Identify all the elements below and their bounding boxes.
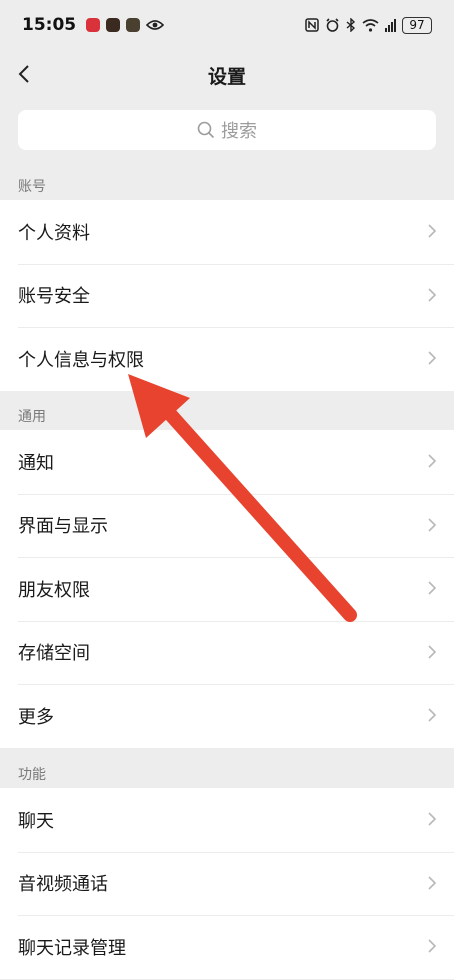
search-icon xyxy=(197,121,215,139)
chevron-right-icon xyxy=(428,708,437,722)
status-time: 15:05 xyxy=(22,15,77,35)
settings-item-chat[interactable]: 聊天 xyxy=(0,788,454,852)
app-notification-icon xyxy=(106,18,121,32)
app-notification-icon xyxy=(86,18,101,32)
status-bar: 15:05 97 xyxy=(0,0,454,50)
settings-item-av-calls[interactable]: 音视频通话 xyxy=(0,851,454,916)
chevron-right-icon xyxy=(428,351,437,365)
chevron-right-icon xyxy=(428,939,437,953)
settings-item-label: 个人信息与权限 xyxy=(18,349,144,371)
battery-indicator: 97 xyxy=(402,16,432,34)
settings-item-privacy-permissions[interactable]: 个人信息与权限 xyxy=(0,327,454,391)
settings-group-account: 个人资料 账号安全 个人信息与权限 xyxy=(0,200,454,391)
settings-item-label: 账号安全 xyxy=(18,286,90,308)
settings-item-label: 通知 xyxy=(18,452,54,474)
settings-item-label: 更多 xyxy=(18,706,54,728)
settings-item-profile[interactable]: 个人资料 xyxy=(0,200,454,264)
settings-item-notifications[interactable]: 通知 xyxy=(0,430,454,494)
settings-item-label: 朋友权限 xyxy=(18,579,90,601)
chevron-right-icon xyxy=(428,224,437,238)
chevron-right-icon xyxy=(428,875,437,890)
settings-item-more[interactable]: 更多 xyxy=(0,684,454,748)
page-title: 设置 xyxy=(207,66,246,88)
settings-group-features: 聊天 音视频通话 聊天记录管理 xyxy=(0,788,454,979)
wifi-icon xyxy=(362,18,379,32)
section-label-general: 通用 xyxy=(18,409,46,425)
chevron-right-icon xyxy=(428,581,437,595)
settings-item-label: 个人资料 xyxy=(18,222,90,244)
settings-item-label: 音视频通话 xyxy=(18,874,108,896)
settings-item-storage[interactable]: 存储空间 xyxy=(0,620,454,685)
bluetooth-icon xyxy=(346,18,356,32)
search-input[interactable]: 搜索 xyxy=(18,110,436,150)
section-label-features: 功能 xyxy=(18,767,46,783)
chevron-right-icon xyxy=(428,454,437,468)
settings-item-friend-permissions[interactable]: 朋友权限 xyxy=(0,557,454,621)
settings-item-label: 聊天 xyxy=(18,810,54,832)
section-label-account: 账号 xyxy=(18,179,46,195)
nav-bar: 设置 xyxy=(0,50,454,98)
app-notification-icon xyxy=(126,18,141,32)
alarm-icon xyxy=(326,18,339,32)
settings-item-label: 界面与显示 xyxy=(18,516,108,538)
search-placeholder: 搜索 xyxy=(221,121,257,142)
nfc-icon xyxy=(305,18,319,32)
signal-icon xyxy=(385,18,396,32)
eye-icon xyxy=(146,20,165,30)
chevron-right-icon xyxy=(428,812,437,826)
chevron-right-icon xyxy=(428,517,437,532)
settings-item-display[interactable]: 界面与显示 xyxy=(0,493,454,558)
settings-item-chat-history[interactable]: 聊天记录管理 xyxy=(0,915,454,979)
settings-item-label: 聊天记录管理 xyxy=(18,937,126,959)
settings-group-general: 通知 界面与显示 朋友权限 存储空间 更多 xyxy=(0,430,454,748)
settings-item-label: 存储空间 xyxy=(18,643,90,665)
chevron-right-icon xyxy=(428,287,437,302)
settings-item-account-security[interactable]: 账号安全 xyxy=(0,263,454,328)
chevron-right-icon xyxy=(428,644,437,659)
